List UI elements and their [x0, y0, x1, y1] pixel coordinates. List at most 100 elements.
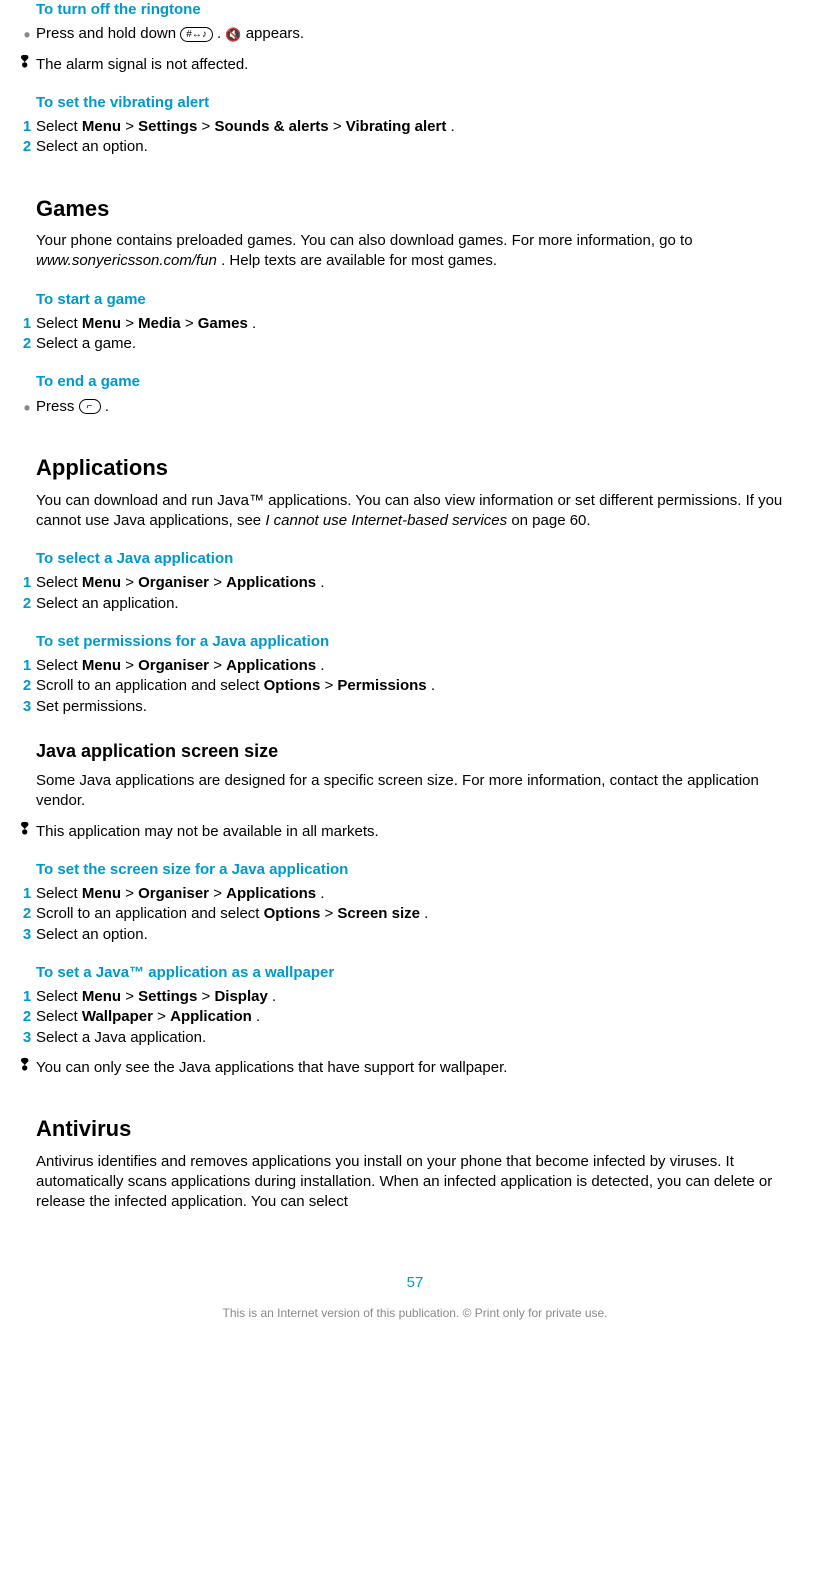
reference-text: I cannot use Internet-based services	[265, 512, 507, 529]
menu-path: Organiser	[138, 885, 209, 902]
text: appears.	[246, 25, 304, 42]
paragraph: Antivirus identifies and removes applica…	[36, 1152, 812, 1213]
note-row: ❢ This application may not be available …	[18, 822, 812, 842]
text: .	[105, 398, 109, 415]
step-number: 3	[18, 697, 36, 717]
text: >	[185, 315, 198, 332]
menu-path: Settings	[138, 118, 197, 135]
text: >	[125, 657, 138, 674]
menu-path: Menu	[82, 574, 121, 591]
text: .	[252, 315, 256, 332]
menu-path: Menu	[82, 988, 121, 1005]
list-item: 1 Select Menu > Media > Games .	[18, 314, 812, 334]
menu-path: Display	[214, 988, 267, 1005]
step-text: Select Menu > Media > Games .	[36, 314, 812, 334]
note-icon: ❢	[18, 822, 36, 838]
section-heading-applications: Applications	[36, 453, 812, 483]
text: .	[320, 574, 324, 591]
step-number: 2	[18, 137, 36, 157]
text: Select	[36, 885, 82, 902]
text: .	[424, 905, 428, 922]
step-number: 2	[18, 1007, 36, 1027]
text: >	[213, 574, 226, 591]
step-number: 2	[18, 594, 36, 614]
list-item: 3 Select a Java application.	[18, 1028, 812, 1048]
step-number: 1	[18, 314, 36, 334]
step-text: Select an application.	[36, 594, 812, 614]
text: .	[451, 118, 455, 135]
text: >	[324, 905, 337, 922]
list-item: 3 Set permissions.	[18, 697, 812, 717]
text: Select	[36, 315, 82, 332]
paragraph: Some Java applications are designed for …	[36, 771, 812, 812]
step-text: Select Menu > Settings > Display .	[36, 987, 812, 1007]
task-title-set-permissions: To set permissions for a Java applicatio…	[36, 632, 812, 652]
step-text: Select Menu > Organiser > Applications .	[36, 884, 812, 904]
list-item: 3 Select an option.	[18, 925, 812, 945]
text: >	[202, 988, 215, 1005]
note-text: The alarm signal is not affected.	[36, 55, 812, 75]
list-item: 1 Select Menu > Settings > Display .	[18, 987, 812, 1007]
url-text: www.sonyericsson.com/fun	[36, 252, 217, 269]
text: >	[324, 677, 337, 694]
text: >	[125, 118, 138, 135]
step-number: 2	[18, 904, 36, 924]
menu-path: Permissions	[337, 677, 426, 694]
text: >	[213, 885, 226, 902]
note-text: This application may not be available in…	[36, 822, 812, 842]
text: .	[272, 988, 276, 1005]
list-item: 2 Scroll to an application and select Op…	[18, 904, 812, 924]
menu-path: Menu	[82, 885, 121, 902]
list-item: • Press and hold down #↔♪ . 🔇 appears.	[18, 24, 812, 44]
step-text: Select an option.	[36, 925, 812, 945]
step-text: Scroll to an application and select Opti…	[36, 904, 812, 924]
text: >	[125, 315, 138, 332]
text: on page 60.	[511, 512, 590, 529]
paragraph: You can download and run Java™ applicati…	[36, 491, 812, 532]
page-number: 57	[18, 1273, 812, 1293]
note-row: ❢ You can only see the Java applications…	[18, 1058, 812, 1078]
text: Select	[36, 118, 82, 135]
text: . Help texts are available for most game…	[221, 252, 497, 269]
task-title-set-screen-size: To set the screen size for a Java applic…	[36, 860, 812, 880]
text: Scroll to an application and select	[36, 677, 264, 694]
step-number: 1	[18, 987, 36, 1007]
list-item: 1 Select Menu > Organiser > Applications…	[18, 884, 812, 904]
step-number: 2	[18, 334, 36, 354]
text: >	[213, 657, 226, 674]
step-number: 3	[18, 925, 36, 945]
list-item: • Press ⌐ .	[18, 397, 812, 417]
text: >	[125, 988, 138, 1005]
list-item: 1 Select Menu > Organiser > Applications…	[18, 573, 812, 593]
text: >	[202, 118, 215, 135]
text: >	[125, 574, 138, 591]
task-title-end-game: To end a game	[36, 372, 812, 392]
menu-path: Options	[264, 905, 321, 922]
menu-path: Organiser	[138, 574, 209, 591]
menu-path: Settings	[138, 988, 197, 1005]
menu-path: Options	[264, 677, 321, 694]
step-text: Select a game.	[36, 334, 812, 354]
bullet-icon: •	[18, 24, 36, 44]
text: Scroll to an application and select	[36, 905, 264, 922]
text: .	[320, 657, 324, 674]
hash-key-icon: #↔♪	[180, 27, 213, 42]
step-text: Press ⌐ .	[36, 397, 812, 417]
bullet-icon: •	[18, 397, 36, 417]
task-title-vibrating-alert: To set the vibrating alert	[36, 93, 812, 113]
step-text: Set permissions.	[36, 697, 812, 717]
step-text: Select an option.	[36, 137, 812, 157]
step-text: Select Menu > Settings > Sounds & alerts…	[36, 117, 812, 137]
menu-path: Organiser	[138, 657, 209, 674]
sub-heading-java-screen-size: Java application screen size	[36, 739, 812, 763]
footer-text: This is an Internet version of this publ…	[18, 1305, 812, 1321]
note-text: You can only see the Java applications t…	[36, 1058, 812, 1078]
task-title-set-wallpaper: To set a Java™ application as a wallpape…	[36, 963, 812, 983]
step-number: 3	[18, 1028, 36, 1048]
list-item: 2 Select an option.	[18, 137, 812, 157]
menu-path: Menu	[82, 657, 121, 674]
menu-path: Menu	[82, 315, 121, 332]
text: .	[256, 1008, 260, 1025]
note-icon: ❢	[18, 55, 36, 71]
list-item: 2 Select Wallpaper > Application .	[18, 1007, 812, 1027]
